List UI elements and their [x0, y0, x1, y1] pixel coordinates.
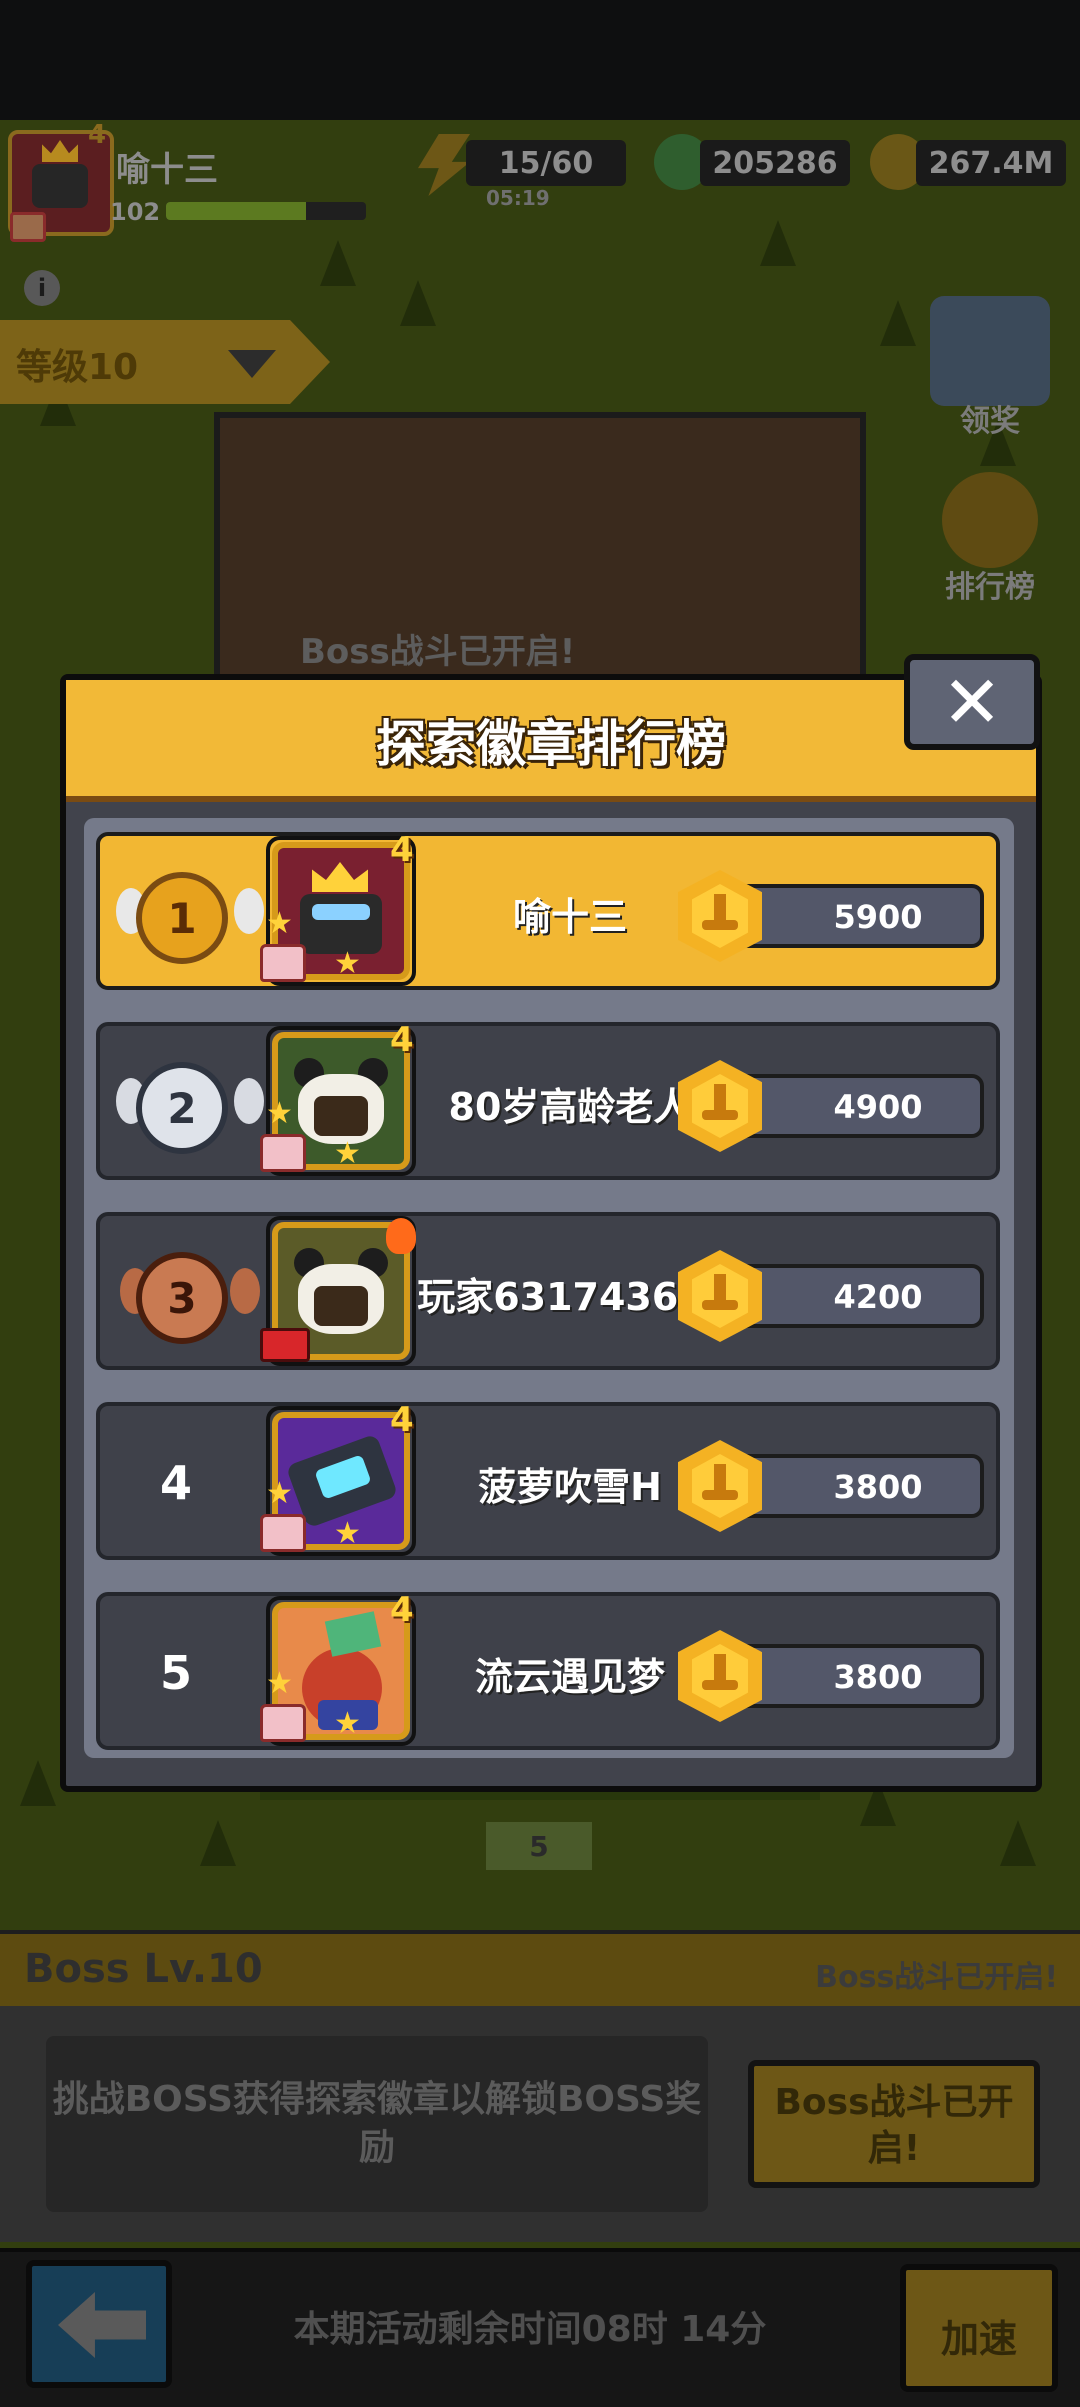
boss-banner-caption: Boss战斗已开启! — [300, 632, 576, 672]
close-button[interactable]: ✕ — [904, 654, 1040, 750]
back-button[interactable] — [26, 2260, 172, 2388]
energy-icon — [418, 134, 470, 196]
gold-counter: 267.4M — [916, 140, 1066, 186]
tier-badge: 4 — [390, 1400, 414, 1440]
ranking-row[interactable]: 4 4 ★ ★ 菠萝吹雪H 3800 — [96, 1400, 1000, 1560]
ranking-modal: 探索徽章排行榜 1 4 ★ ★ 喻十三 5900 2 4 ★ ★ 80岁高龄老人… — [60, 674, 1042, 1792]
gold-value: 267.4M — [928, 145, 1054, 181]
fire-icon — [386, 1218, 416, 1254]
close-icon: ✕ — [941, 660, 1003, 744]
boss-battle-button-label: Boss战斗已开启! — [774, 2082, 1014, 2169]
score-value: 3800 — [833, 1468, 923, 1506]
level-label: 等级10 — [16, 347, 139, 388]
map-node-number: 5 — [529, 1830, 549, 1863]
cake-icon — [260, 1704, 306, 1742]
ranking-row[interactable]: 2 4 ★ ★ 80岁高龄老人 4900 — [96, 1020, 1000, 1180]
star-icon: ★ — [334, 1706, 361, 1741]
challenge-text: 挑战BOSS获得探索徽章以解锁BOSS奖励 — [52, 2079, 702, 2168]
score-value: 3800 — [833, 1658, 923, 1696]
ranking-row[interactable]: 3 玩家63174369 4200 — [96, 1212, 1000, 1370]
flag-icon — [324, 1611, 382, 1657]
modal-title: 探索徽章排行榜 — [376, 715, 726, 773]
energy-counter: 15/60 — [466, 140, 626, 186]
silver-medal-icon: 2 — [136, 1062, 228, 1154]
rank-number: 5 — [159, 1646, 192, 1700]
ranking-row[interactable]: 5 4 ★ ★ 流云遇见梦 3800 — [96, 1590, 1000, 1750]
event-timer: 本期活动剩余时间08时 14分 — [293, 2309, 767, 2350]
modal-header: 探索徽章排行榜 — [66, 680, 1036, 802]
player-name: 玩家63174369 — [417, 1275, 705, 1319]
medal-wing-right — [234, 1078, 264, 1124]
energy-timer: 05:19 — [486, 186, 550, 210]
ninja-face — [300, 894, 382, 954]
boss-status-label: Boss战斗已开启! — [815, 1960, 1058, 1995]
info-icon[interactable]: i — [24, 270, 60, 306]
panda-beard — [314, 1286, 368, 1326]
gift-icon[interactable] — [930, 296, 1050, 406]
score-value: 5900 — [833, 898, 923, 936]
level-dropdown[interactable]: 等级10 — [0, 320, 330, 404]
ranking-icon[interactable] — [942, 472, 1038, 568]
xp-fill — [166, 202, 306, 220]
star-icon: ★ — [334, 1516, 361, 1551]
star-icon: ★ — [266, 1096, 293, 1131]
back-arrow-icon — [58, 2292, 146, 2358]
avatar-tier-badge: 4 — [88, 120, 107, 150]
gold-medal-icon: 1 — [136, 872, 228, 964]
boss-level-bar: Boss Lv.10 Boss战斗已开启! — [0, 1930, 1080, 2006]
ranking-row[interactable]: 1 4 ★ ★ 喻十三 5900 — [96, 830, 1000, 990]
chevron-down-icon — [228, 350, 276, 378]
top-bar: 4 喻十三 102 15/60 05:19 205286 267.4M — [0, 120, 1080, 242]
medal-wing-right — [230, 1268, 260, 1314]
challenge-info-box: 挑战BOSS获得探索徽章以解锁BOSS奖励 — [46, 2036, 708, 2212]
crown-icon — [42, 140, 78, 162]
star-icon: ★ — [334, 946, 361, 981]
score-value: 4200 — [833, 1278, 923, 1316]
crown-icon — [312, 862, 368, 892]
map-node-marker[interactable]: 5 — [486, 1822, 592, 1870]
claim-label[interactable]: 领奖 — [930, 396, 1050, 440]
rank-number: 3 — [167, 1273, 197, 1323]
cake-icon — [260, 944, 306, 982]
tier-badge: 4 — [390, 1590, 414, 1630]
ninja-eyes — [312, 904, 370, 920]
boss-level-label: Boss Lv.10 — [24, 1946, 263, 1992]
rank-number: 4 — [159, 1456, 192, 1510]
gift-box-icon — [260, 1328, 310, 1362]
rank-number: 1 — [167, 893, 197, 943]
gem-value: 205286 — [712, 145, 838, 181]
avatar-face — [32, 164, 88, 208]
ranking-list[interactable]: 1 4 ★ ★ 喻十三 5900 2 4 ★ ★ 80岁高龄老人 4900 3 … — [84, 818, 1014, 1758]
energy-value: 15/60 — [498, 145, 594, 181]
speed-up-label: 加速 — [940, 2317, 1017, 2361]
cake-icon — [10, 212, 46, 242]
star-icon: ★ — [266, 906, 293, 941]
boss-battle-button[interactable]: Boss战斗已开启! — [748, 2060, 1040, 2188]
star-icon: ★ — [334, 1136, 361, 1171]
medal-wing-right — [234, 888, 264, 934]
xp-bar — [166, 202, 366, 220]
player-level: 102 — [110, 198, 161, 226]
tier-badge: 4 — [390, 830, 414, 870]
bronze-medal-icon: 3 — [136, 1252, 228, 1344]
star-icon: ★ — [266, 1666, 293, 1701]
speed-up-button[interactable]: 加速 — [900, 2264, 1058, 2392]
panda-beard — [314, 1096, 368, 1136]
star-icon: ★ — [266, 1476, 293, 1511]
ranking-label[interactable]: 排行榜 — [924, 562, 1056, 606]
rank-number: 2 — [167, 1083, 197, 1133]
tier-badge: 4 — [390, 1020, 414, 1060]
cake-icon — [260, 1514, 306, 1552]
cake-icon — [260, 1134, 306, 1172]
score-value: 4900 — [833, 1088, 923, 1126]
gem-counter: 205286 — [700, 140, 850, 186]
player-name: 喻十三 — [116, 150, 218, 190]
